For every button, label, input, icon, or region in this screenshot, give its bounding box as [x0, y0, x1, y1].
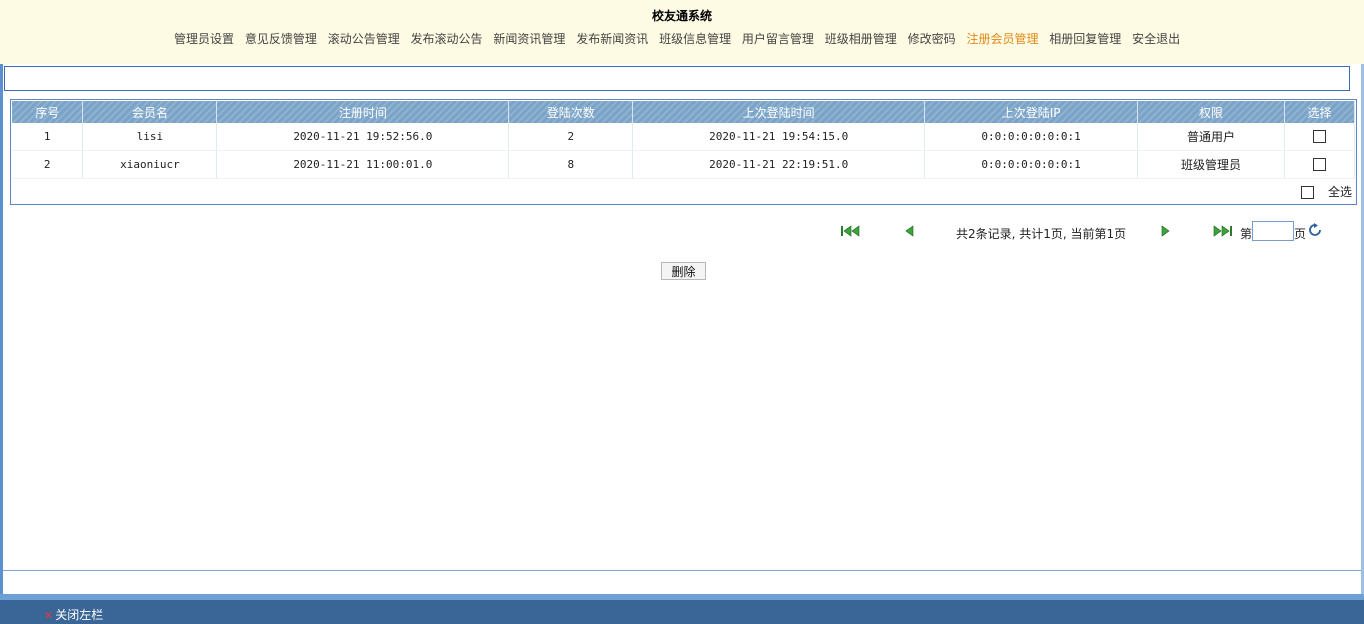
go-refresh-icon[interactable] [1307, 223, 1323, 237]
cell-role: 普通用户 [1137, 123, 1285, 151]
cell-select [1284, 150, 1356, 179]
nav-news-manage[interactable]: 新闻资讯管理 [493, 30, 565, 47]
col-header-name: 会员名 [82, 101, 218, 123]
next-page-icon[interactable] [1158, 225, 1178, 237]
cell-last-login: 2020-11-21 19:54:15.0 [632, 123, 926, 151]
nav-feedback[interactable]: 意见反馈管理 [245, 30, 317, 47]
nav-admin-settings[interactable]: 管理员设置 [174, 30, 234, 47]
select-all-checkbox[interactable] [1300, 186, 1314, 199]
nav-user-messages[interactable]: 用户留言管理 [742, 30, 814, 47]
col-header-login-count: 登陆次数 [508, 101, 634, 123]
prev-page-icon[interactable] [902, 225, 922, 237]
first-page-icon[interactable] [840, 225, 860, 237]
nav-publish-news[interactable]: 发布新闻资讯 [576, 30, 648, 47]
cell-no: 2 [12, 150, 84, 179]
cell-name: lisi [82, 123, 218, 151]
site-title: 校友通系统 [651, 9, 712, 23]
left-frame-edge [0, 64, 3, 600]
close-sidebar-label: 关闭左栏 [55, 608, 104, 622]
top-nav: 管理员设置 意见反馈管理 滚动公告管理 发布滚动公告 新闻资讯管理 发布新闻资讯… [174, 30, 1187, 47]
nav-logout[interactable]: 安全退出 [1132, 30, 1180, 47]
search-bar[interactable] [4, 66, 1350, 91]
nav-scroll-notice-manage[interactable]: 滚动公告管理 [328, 30, 400, 47]
cell-reg-time: 2020-11-21 19:52:56.0 [216, 123, 510, 151]
col-header-last-ip: 上次登陆IP [924, 101, 1139, 123]
cell-last-ip: 0:0:0:0:0:0:0:1 [924, 150, 1139, 179]
nav-class-album[interactable]: 班级相册管理 [825, 30, 897, 47]
content-bottom-divider [3, 570, 1361, 571]
select-all: 全选 [1300, 183, 1352, 200]
close-icon: ✕ [44, 609, 54, 622]
cell-reg-time: 2020-11-21 11:00:01.0 [216, 150, 510, 179]
nav-change-password[interactable]: 修改密码 [908, 30, 956, 47]
nav-publish-scroll-notice[interactable]: 发布滚动公告 [411, 30, 483, 47]
select-all-label: 全选 [1327, 185, 1352, 199]
col-header-role: 权限 [1137, 101, 1285, 123]
page-number-input[interactable] [1252, 221, 1294, 241]
member-table-panel: 序号 会员名 注册时间 登陆次数 上次登陆时间 上次登陆IP 权限 选择 1 l… [10, 99, 1357, 205]
table-row: 1 lisi 2020-11-21 19:52:56.0 2 2020-11-2… [12, 123, 1356, 151]
col-header-last-login: 上次登陆时间 [632, 101, 926, 123]
member-table: 序号 会员名 注册时间 登陆次数 上次登陆时间 上次登陆IP 权限 选择 1 l… [12, 101, 1356, 179]
table-row: 2 xiaoniucr 2020-11-21 11:00:01.0 8 2020… [12, 150, 1356, 179]
cell-login-count: 8 [508, 150, 634, 179]
pagination-summary: 共2条记录, 共计1页, 当前第1页 [956, 227, 1127, 241]
cell-name: xiaoniucr [82, 150, 218, 179]
cell-select [1284, 123, 1356, 151]
cell-no: 1 [12, 123, 84, 151]
row-checkbox[interactable] [1312, 158, 1326, 172]
page-prefix-label: 第 [1240, 227, 1253, 241]
page-suffix-label: 页 [1294, 227, 1307, 241]
nav-album-replies[interactable]: 相册回复管理 [1049, 30, 1121, 47]
cell-last-login: 2020-11-21 22:19:51.0 [632, 150, 926, 179]
last-page-icon[interactable] [1213, 225, 1233, 237]
col-header-select: 选择 [1284, 101, 1356, 123]
close-sidebar-button[interactable]: ✕ 关闭左栏 [44, 606, 103, 623]
cell-role: 班级管理员 [1137, 150, 1285, 179]
col-header-no: 序号 [12, 101, 84, 123]
row-checkbox[interactable] [1312, 130, 1326, 144]
nav-member-manage[interactable]: 注册会员管理 [966, 30, 1038, 47]
table-header-row: 序号 会员名 注册时间 登陆次数 上次登陆时间 上次登陆IP 权限 选择 [12, 101, 1356, 123]
footer-bar: ✕ 关闭左栏 [0, 600, 1364, 624]
col-header-reg-time: 注册时间 [216, 101, 510, 123]
top-header: 校友通系统 管理员设置 意见反馈管理 滚动公告管理 发布滚动公告 新闻资讯管理 … [0, 0, 1364, 64]
cell-last-ip: 0:0:0:0:0:0:0:1 [924, 123, 1139, 151]
nav-class-info[interactable]: 班级信息管理 [659, 30, 731, 47]
cell-login-count: 2 [508, 123, 634, 151]
delete-button[interactable]: 删除 [661, 262, 706, 280]
pagination: 共2条记录, 共计1页, 当前第1页 第 页 [0, 220, 1364, 244]
